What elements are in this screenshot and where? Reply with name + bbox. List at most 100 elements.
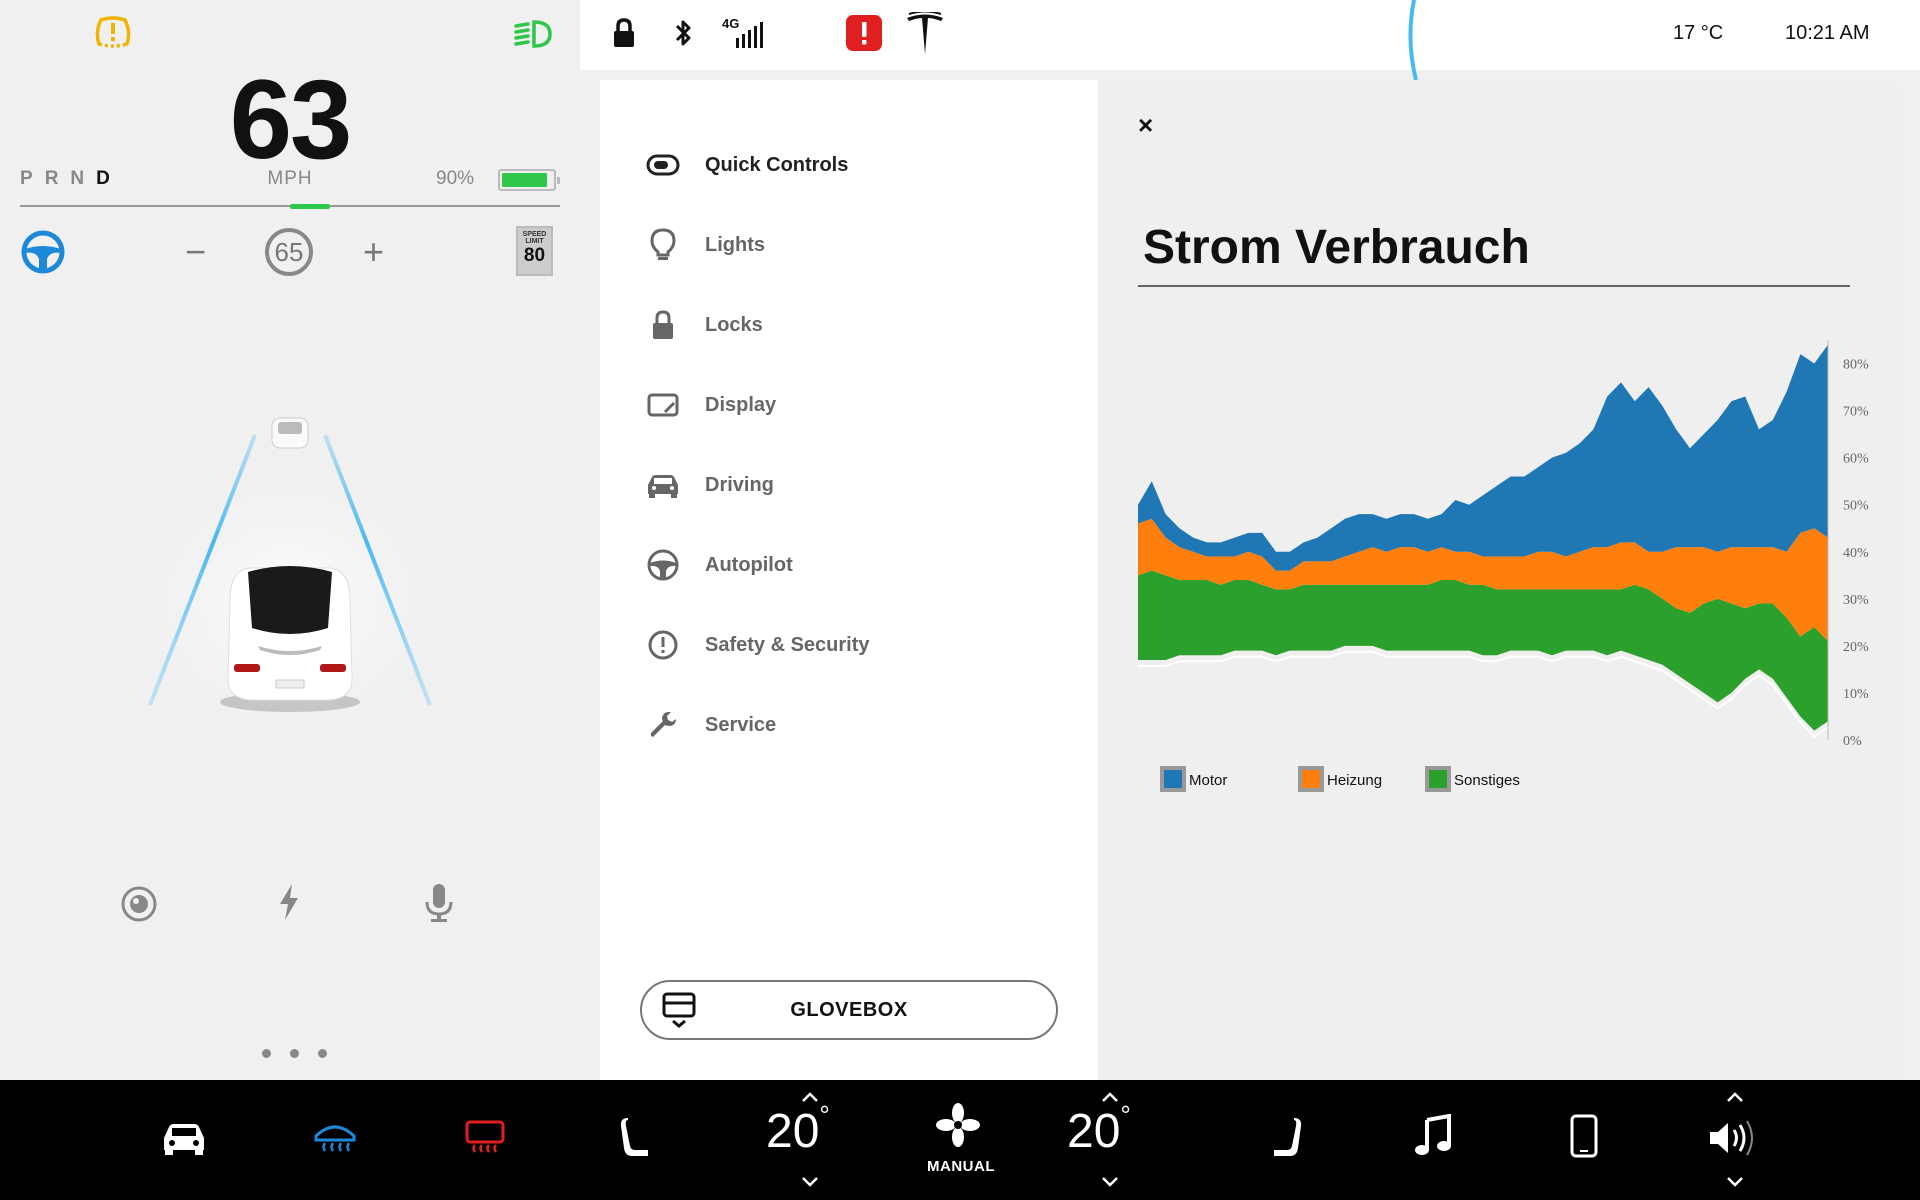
title-underline: [1138, 285, 1850, 287]
lock-status-icon[interactable]: [612, 18, 636, 53]
passenger-temperature[interactable]: 20°: [1067, 1100, 1131, 1159]
chart-areas: [1138, 344, 1829, 738]
glovebox-icon: [662, 992, 696, 1035]
nav-arc: [1402, 0, 1422, 85]
clock: 10:21 AM: [1785, 22, 1870, 44]
volume-down-icon[interactable]: [1725, 1175, 1745, 1193]
toggle-icon: [645, 147, 681, 183]
page-dot: [290, 1049, 299, 1058]
page-dot: [318, 1049, 327, 1058]
lock-icon: [645, 307, 681, 343]
energy-panel: × Strom Verbrauch 0% 10% 20% 30% 40% 50% 60% 70…: [1098, 80, 1900, 1080]
menu-item-label: Service: [705, 713, 777, 736]
tire-pressure-warning-icon: [93, 14, 133, 55]
camera-icon[interactable]: [120, 885, 158, 928]
y-tick-label: 80%: [1843, 358, 1869, 373]
bluetooth-icon[interactable]: [672, 18, 694, 53]
legend-item-motor: Motor: [1160, 766, 1227, 792]
y-tick-label: 60%: [1843, 452, 1869, 467]
legend-swatch: [1302, 770, 1320, 788]
menu-item-service[interactable]: Service: [645, 705, 776, 745]
volume-icon[interactable]: [1708, 1118, 1762, 1163]
display-icon: [645, 387, 681, 423]
battery-fill: [502, 173, 547, 187]
microphone-icon[interactable]: [424, 882, 454, 929]
phone-icon[interactable]: [1570, 1114, 1598, 1163]
passenger-temp-down-icon[interactable]: [1100, 1175, 1120, 1193]
cruise-set-speed: 65: [265, 228, 313, 276]
menu-item-autopilot[interactable]: Autopilot: [645, 545, 793, 585]
signal-strength-icon: [735, 22, 765, 53]
y-tick-label: 40%: [1843, 546, 1869, 561]
volume-up-icon[interactable]: [1725, 1090, 1745, 1108]
y-tick-label: 20%: [1843, 640, 1869, 655]
steering-wheel-icon: [645, 547, 681, 583]
energy-chart: 0% 10% 20% 30% 40% 50% 60% 70% 80% Motor Heizung S…: [1138, 340, 1869, 792]
outside-temperature: 17 °C: [1673, 22, 1724, 44]
y-tick-label: 10%: [1843, 687, 1869, 702]
speed-limit-label: SPEED LIMIT: [522, 231, 547, 245]
driver-temp-value: 20: [766, 1105, 820, 1158]
glovebox-button[interactable]: GLOVEBOX: [640, 980, 1058, 1040]
chart-legend: Motor Heizung Sonstiges: [1160, 766, 1520, 792]
passenger-seat-heater-icon[interactable]: [1270, 1116, 1302, 1165]
menu-item-safety-security[interactable]: Safety & Security: [645, 625, 870, 665]
driver-temperature[interactable]: 20°: [766, 1100, 830, 1159]
menu-item-lights[interactable]: Lights: [645, 225, 765, 265]
menu-item-label: Safety & Security: [705, 633, 870, 656]
speed-divider: [20, 204, 560, 209]
y-tick-label: 70%: [1843, 405, 1869, 420]
tesla-logo-icon[interactable]: [905, 10, 945, 61]
legend-swatch: [1429, 770, 1447, 788]
fan-mode-label: MANUAL: [927, 1158, 995, 1175]
panel-title: Strom Verbrauch: [1143, 221, 1530, 274]
speed-marker: [290, 204, 330, 209]
settings-menu: Quick Controls Lights Locks Display Driv…: [600, 80, 1098, 1080]
y-tick-label: 30%: [1843, 593, 1869, 608]
car-controls-icon[interactable]: [160, 1118, 208, 1163]
page-dot: [262, 1049, 271, 1058]
y-tick-label: 50%: [1843, 499, 1869, 514]
legend-swatch: [1164, 770, 1182, 788]
driver-display: 63 PRND MPH 90% − 65 + SPEED LIMIT 80: [0, 0, 580, 1080]
y-axis-ticks: 0% 10% 20% 30% 40% 50% 60% 70% 80%: [1843, 358, 1869, 749]
menu-item-label: Driving: [705, 473, 774, 496]
page-indicator[interactable]: [262, 1045, 346, 1063]
menu-item-locks[interactable]: Locks: [645, 305, 763, 345]
tesla-ui: 63 PRND MPH 90% − 65 + SPEED LIMIT 80 4G…: [0, 0, 1920, 1200]
headlights-icon: [512, 18, 554, 55]
legend-label: Heizung: [1327, 772, 1382, 789]
glovebox-label: GLOVEBOX: [790, 998, 908, 1021]
menu-item-label: Quick Controls: [705, 153, 849, 176]
legend-label: Sonstiges: [1454, 772, 1520, 789]
menu-item-driving[interactable]: Driving: [645, 465, 774, 505]
driver-seat-heater-icon[interactable]: [620, 1116, 652, 1165]
cruise-decrease-button[interactable]: −: [185, 228, 206, 276]
speed-limit-sign: SPEED LIMIT 80: [516, 226, 553, 276]
alert-icon[interactable]: [846, 15, 882, 56]
battery-icon: [498, 169, 560, 191]
menu-item-quick-controls[interactable]: Quick Controls: [645, 145, 848, 185]
series-area-motor: [1138, 344, 1828, 571]
front-defrost-icon[interactable]: [313, 1120, 357, 1161]
battery-percent: 90%: [436, 168, 475, 189]
music-icon[interactable]: [1413, 1113, 1453, 1163]
legend-label: Motor: [1189, 772, 1227, 789]
autosteer-icon[interactable]: [20, 229, 66, 280]
menu-item-label: Display: [705, 393, 777, 416]
driver-temp-down-icon[interactable]: [800, 1175, 820, 1193]
charging-icon[interactable]: [276, 882, 302, 927]
menu-item-display[interactable]: Display: [645, 385, 776, 425]
y-tick-label: 0%: [1843, 734, 1862, 749]
speed-unit: MPH: [267, 168, 313, 189]
passenger-temp-value: 20: [1067, 1105, 1121, 1158]
menu-item-label: Locks: [705, 313, 763, 336]
rear-defrost-icon[interactable]: [465, 1120, 505, 1161]
close-button[interactable]: ×: [1138, 110, 1153, 141]
legend-item-sonstiges: Sonstiges: [1425, 766, 1520, 792]
cruise-increase-button[interactable]: +: [363, 228, 384, 276]
legend-item-heizung: Heizung: [1298, 766, 1382, 792]
speed-readout: 63: [229, 57, 353, 182]
speed-limit-value: 80: [523, 245, 546, 266]
fan-icon[interactable]: [935, 1102, 981, 1153]
